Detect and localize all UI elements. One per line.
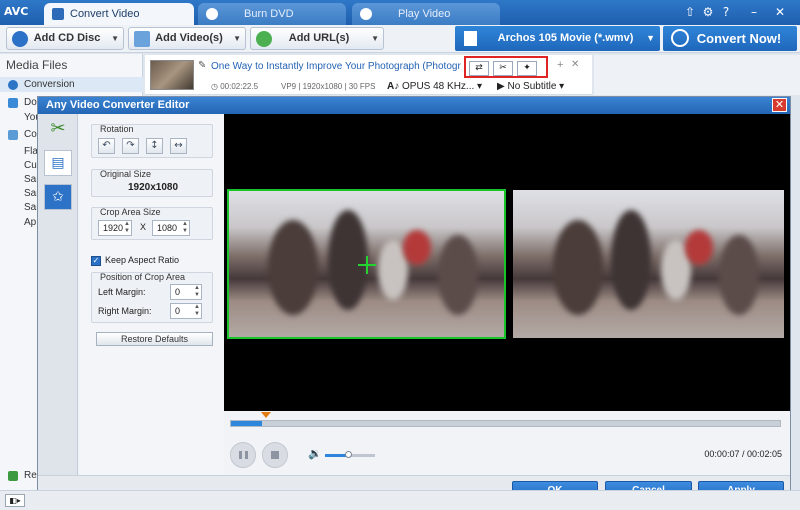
tab-burn-dvd[interactable]: Burn DVD — [198, 3, 346, 25]
status-bar: ◧▸ — [0, 490, 800, 510]
pause-button[interactable] — [230, 442, 256, 468]
editor-dialog: Any Video Converter Editor ✕ ✂ ▤ ✩ Rotat… — [37, 96, 791, 508]
download-icon — [8, 98, 18, 108]
flip-vertical-icon[interactable]: ↕ — [146, 138, 163, 154]
help-icon[interactable]: ? — [719, 5, 733, 19]
output-info-panel — [594, 55, 800, 95]
tab-play-video[interactable]: Play Video — [352, 3, 500, 25]
output-format-select[interactable]: Archos 105 Movie (*.wmv) ▼ — [455, 26, 660, 51]
play-icon — [360, 8, 372, 20]
clock-icon: ◷ — [211, 82, 221, 91]
video-thumbnail[interactable] — [150, 60, 194, 90]
share-icon[interactable]: ⇧ — [683, 5, 697, 19]
pause-icon — [239, 451, 248, 459]
magic-wand-icon[interactable]: ✦ — [517, 61, 537, 76]
rotation-group: Rotation ↶ ↷ ↕ ↔ — [91, 124, 213, 158]
subtitle-icon: ▶ — [497, 81, 508, 92]
video-preview — [224, 114, 790, 411]
restore-defaults-button[interactable]: Restore Defaults — [96, 332, 213, 346]
add-videos-button[interactable]: Add Video(s) ▼ — [128, 27, 246, 50]
crop-icon[interactable]: ⇄ — [469, 61, 489, 76]
chevron-down-icon[interactable]: ▼ — [233, 28, 241, 49]
file-duration: ◷ 00:02:22.5 — [211, 82, 259, 91]
film-icon — [464, 31, 477, 46]
title-bar: AVC Convert Video Burn DVD Play Video ⇧ … — [0, 0, 800, 25]
crop-size-separator: X — [140, 222, 147, 232]
audio-track-select[interactable]: A♪ OPUS 48 KHz... ▾ — [387, 81, 482, 92]
convert-video-icon — [52, 8, 64, 20]
dialog-close-button[interactable]: ✕ — [772, 98, 787, 112]
seek-marker[interactable] — [260, 412, 271, 418]
crop-settings-panel: Rotation ↶ ↷ ↕ ↔ Original Size 1920x1080… — [79, 114, 224, 475]
remove-icon[interactable]: ✕ — [571, 59, 579, 70]
left-margin-label: Left Margin: — [98, 287, 146, 297]
rotate-left-icon[interactable]: ↶ — [98, 138, 115, 154]
trash-icon — [8, 471, 18, 481]
rotation-label: Rotation — [100, 124, 134, 134]
folder-icon — [8, 130, 18, 140]
stop-icon — [271, 451, 279, 459]
crop-area-group: Crop Area Size 1920 ▲ ▼ X 1080 ▲ ▼ — [91, 207, 213, 240]
keep-aspect-label[interactable]: Keep Aspect Ratio — [105, 255, 179, 265]
tab-convert-video[interactable]: Convert Video — [44, 3, 194, 25]
crop-width-input[interactable]: 1920 ▲ ▼ — [98, 220, 132, 236]
audio-icon: A♪ — [387, 81, 402, 92]
output-frame — [513, 190, 784, 338]
highlighted-edit-tools: ⇄ ✂ ✦ — [464, 56, 548, 78]
scissors-icon[interactable]: ✂ — [44, 117, 72, 143]
file-row[interactable]: ✎ One Way to Instantly Improve Your Phot… — [145, 55, 592, 95]
crosshair-icon[interactable] — [358, 256, 376, 274]
close-window-button[interactable]: ✕ — [773, 5, 787, 19]
chevron-down-icon: ▼ — [646, 33, 655, 43]
conversion-icon — [8, 80, 18, 90]
tab-label: Play Video — [398, 8, 451, 20]
left-margin-input[interactable]: 0 ▲ ▼ — [170, 284, 202, 300]
chevron-down-icon[interactable]: ▼ — [111, 28, 119, 49]
minimize-button[interactable]: – — [747, 5, 761, 19]
editor-tool-sidebar: ✂ ▤ ✩ — [38, 114, 78, 475]
original-size-label: Original Size — [100, 169, 152, 179]
rotate-right-icon[interactable]: ↷ — [122, 138, 139, 154]
crop-position-label: Position of Crop Area — [100, 272, 186, 282]
tab-label: Convert Video — [70, 8, 140, 20]
convert-now-button[interactable]: Convert Now! — [663, 26, 797, 51]
playback-controls: 🔉 00:00:07 / 00:02:05 — [224, 411, 790, 475]
film-crop-icon[interactable]: ▤ — [44, 150, 72, 176]
original-size-group: Original Size 1920x1080 — [91, 169, 213, 197]
stop-button[interactable] — [262, 442, 288, 468]
volume-icon[interactable]: 🔉 — [308, 447, 322, 460]
dialog-title: Any Video Converter Editor ✕ — [38, 97, 790, 114]
subtitle-select[interactable]: ▶ No Subtitle ▾ — [497, 81, 564, 92]
add-url-button[interactable]: Add URL(s) ▼ — [250, 27, 384, 50]
file-title[interactable]: One Way to Instantly Improve Your Photog… — [211, 61, 461, 72]
gear-icon[interactable]: ⚙ — [701, 5, 715, 19]
disc-icon — [206, 8, 218, 20]
volume-handle[interactable] — [344, 451, 352, 458]
chevron-down-icon[interactable]: ▼ — [371, 28, 379, 49]
original-size-value: 1920x1080 — [127, 182, 179, 193]
time-readout: 00:00:07 / 00:02:05 — [704, 449, 782, 459]
scissors-icon[interactable]: ✂ — [493, 61, 513, 76]
sidebar-item-conversion[interactable]: Conversion — [0, 77, 143, 92]
crop-height-input[interactable]: 1080 ▲ ▼ — [152, 220, 190, 236]
edit-icon[interactable]: ✎ — [198, 60, 206, 71]
star-effects-icon[interactable]: ✩ — [44, 184, 72, 210]
right-margin-label: Right Margin: — [98, 306, 152, 316]
file-codec: VP9 | 1920x1080 | 30 FPS — [281, 82, 376, 91]
right-margin-input[interactable]: 0 ▲ ▼ — [170, 303, 202, 319]
seek-bar[interactable] — [230, 420, 781, 427]
add-cd-button[interactable]: Add CD Disc ▼ — [6, 27, 124, 50]
seek-progress — [231, 421, 262, 426]
keep-aspect-checkbox[interactable]: ✓ — [91, 256, 101, 266]
crop-position-group: Position of Crop Area Left Margin: 0 ▲ ▼ R… — [91, 272, 213, 323]
add-icon[interactable]: + — [557, 59, 563, 71]
crop-area-label: Crop Area Size — [100, 207, 161, 217]
tab-label: Burn DVD — [244, 8, 294, 20]
volume-slider[interactable] — [325, 451, 375, 458]
refresh-icon — [671, 29, 689, 47]
sidebar-toggle-icon[interactable]: ◧▸ — [5, 494, 25, 507]
flip-horizontal-icon[interactable]: ↔ — [170, 138, 187, 154]
sidebar-header: Media Files — [6, 58, 68, 72]
app-logo: AVC — [4, 5, 29, 18]
